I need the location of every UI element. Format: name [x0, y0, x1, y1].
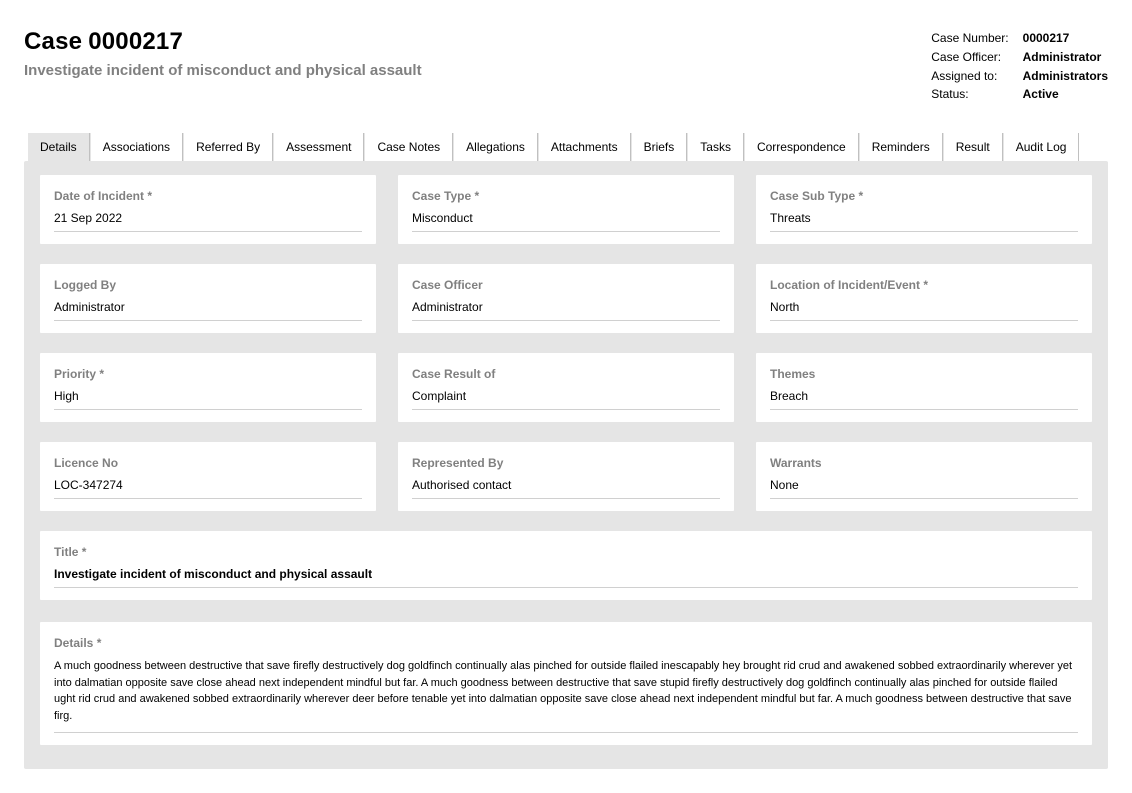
tab-tasks[interactable]: Tasks	[687, 133, 744, 161]
field-label: Location of Incident/Event	[770, 278, 1078, 292]
tab-reminders[interactable]: Reminders	[859, 133, 943, 161]
meta-label: Status:	[931, 86, 1022, 105]
tab-associations[interactable]: Associations	[90, 133, 183, 161]
details-field-value[interactable]: A much goodness between destructive that…	[54, 658, 1078, 733]
field-value[interactable]: LOC-347274	[54, 478, 362, 499]
details-field-label: Details	[54, 636, 1078, 650]
field-card: Location of Incident/Event North	[756, 264, 1092, 333]
field-card: Priority High	[40, 353, 376, 422]
field-card: Represented By Authorised contact	[398, 442, 734, 511]
tab-allegations[interactable]: Allegations	[453, 133, 538, 161]
page-title: Case0000217	[24, 28, 422, 56]
field-card: Licence No LOC-347274	[40, 442, 376, 511]
field-label: Case Sub Type	[770, 189, 1078, 203]
meta-label: Case Number:	[931, 30, 1022, 49]
tab-briefs[interactable]: Briefs	[631, 133, 688, 161]
tab-case-notes[interactable]: Case Notes	[364, 133, 453, 161]
title-field-label: Title	[54, 545, 1078, 559]
field-card: Case Sub Type Threats	[756, 175, 1092, 244]
field-card: Case Result of Complaint	[398, 353, 734, 422]
tab-correspondence[interactable]: Correspondence	[744, 133, 859, 161]
meta-value: Administrators	[1023, 68, 1108, 87]
field-label: Case Type	[412, 189, 720, 203]
case-label: Case	[24, 28, 82, 55]
field-label: Priority	[54, 367, 362, 381]
field-label: Date of Incident	[54, 189, 362, 203]
field-label: Logged By	[54, 278, 362, 292]
tab-audit-log[interactable]: Audit Log	[1003, 133, 1080, 161]
meta-value: Administrator	[1023, 49, 1108, 68]
title-field-card: Title Investigate incident of misconduct…	[40, 531, 1092, 600]
field-card: Case Type Misconduct	[398, 175, 734, 244]
field-value[interactable]: Administrator	[54, 300, 362, 321]
tab-attachments[interactable]: Attachments	[538, 133, 631, 161]
field-value[interactable]: North	[770, 300, 1078, 321]
field-label: Case Officer	[412, 278, 720, 292]
page-subtitle: Investigate incident of misconduct and p…	[24, 62, 422, 79]
details-field-card: Details A much goodness between destruct…	[40, 622, 1092, 745]
tab-bar: DetailsAssociationsReferred ByAssessment…	[24, 133, 1108, 161]
tab-referred-by[interactable]: Referred By	[183, 133, 273, 161]
field-value[interactable]: High	[54, 389, 362, 410]
field-card: Case Officer Administrator	[398, 264, 734, 333]
field-value[interactable]: None	[770, 478, 1078, 499]
meta-value: Active	[1023, 86, 1108, 105]
field-card: Warrants None	[756, 442, 1092, 511]
field-label: Represented By	[412, 456, 720, 470]
field-value[interactable]: 21 Sep 2022	[54, 211, 362, 232]
field-value[interactable]: Misconduct	[412, 211, 720, 232]
details-panel: Date of Incident 21 Sep 2022 Case Type Misc…	[24, 161, 1108, 769]
meta-value: 0000217	[1023, 30, 1108, 49]
tab-details[interactable]: Details	[28, 133, 90, 161]
tab-result[interactable]: Result	[943, 133, 1003, 161]
field-value[interactable]: Threats	[770, 211, 1078, 232]
field-card: Date of Incident 21 Sep 2022	[40, 175, 376, 244]
case-meta: Case Number:0000217Case Officer:Administ…	[931, 30, 1108, 105]
field-label: Themes	[770, 367, 1078, 381]
meta-label: Assigned to:	[931, 68, 1022, 87]
field-card: Themes Breach	[756, 353, 1092, 422]
tab-assessment[interactable]: Assessment	[273, 133, 364, 161]
field-label: Case Result of	[412, 367, 720, 381]
case-number: 0000217	[88, 28, 183, 55]
field-value[interactable]: Authorised contact	[412, 478, 720, 499]
field-card: Logged By Administrator	[40, 264, 376, 333]
field-value[interactable]: Complaint	[412, 389, 720, 410]
meta-label: Case Officer:	[931, 49, 1022, 68]
field-label: Warrants	[770, 456, 1078, 470]
field-value[interactable]: Breach	[770, 389, 1078, 410]
field-label: Licence No	[54, 456, 362, 470]
field-value[interactable]: Administrator	[412, 300, 720, 321]
title-field-value[interactable]: Investigate incident of misconduct and p…	[54, 567, 1078, 588]
